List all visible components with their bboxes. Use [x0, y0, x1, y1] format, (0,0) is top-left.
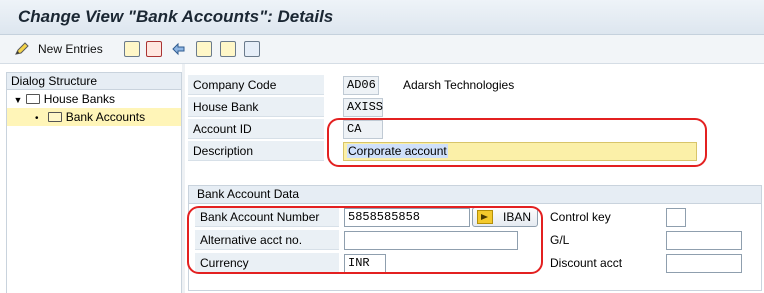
control-key-input[interactable]: [666, 208, 686, 227]
new-entries-label: New Entries: [38, 42, 103, 56]
panel-splitter[interactable]: [182, 64, 185, 293]
highlight-frame-bank-data: [187, 206, 543, 274]
dialog-structure-panel: Dialog Structure ▼ House Banks • Bank Ac…: [6, 72, 182, 293]
select-block-icon: [220, 41, 236, 57]
copy-icon: [124, 41, 140, 57]
undo-button[interactable]: [170, 40, 186, 58]
gl-input[interactable]: [666, 231, 742, 250]
bullet-icon: •: [35, 113, 39, 124]
title-bar: Change View "Bank Accounts": Details: [0, 0, 764, 35]
open-folder-icon: [48, 111, 63, 122]
deselect-all-button[interactable]: [244, 40, 260, 58]
house-bank-field: AXISS: [343, 98, 383, 117]
tree-item-label: House Banks: [43, 92, 116, 106]
new-entries-button[interactable]: New Entries: [14, 40, 103, 58]
house-bank-label: House Bank: [188, 97, 324, 117]
folder-icon: [26, 93, 41, 104]
discount-acct-label: Discount acct: [550, 256, 623, 270]
group-title: Bank Account Data: [189, 186, 761, 204]
dialog-structure-header: Dialog Structure: [7, 73, 181, 90]
copy-button[interactable]: [124, 40, 140, 58]
tree-item-bank-accounts[interactable]: • Bank Accounts: [7, 108, 181, 126]
delete-button[interactable]: [146, 40, 162, 58]
undo-icon: [170, 41, 186, 57]
company-name-text: Adarsh Technologies: [403, 78, 515, 92]
edit-icon: [14, 41, 30, 57]
select-all-button[interactable]: [196, 40, 212, 58]
expand-caret-icon[interactable]: ▼: [13, 91, 23, 109]
description-label: Description: [188, 141, 324, 161]
company-code-field: AD06: [343, 76, 379, 95]
control-key-label: Control key: [550, 210, 611, 224]
tree-item-house-banks[interactable]: ▼ House Banks: [7, 90, 181, 108]
deselect-all-icon: [244, 41, 260, 57]
select-block-button[interactable]: [220, 40, 236, 58]
account-id-label: Account ID: [188, 119, 324, 139]
delete-icon: [146, 41, 162, 57]
company-code-label: Company Code: [188, 75, 324, 95]
page-title: Change View "Bank Accounts": Details: [18, 7, 334, 26]
details-form: Company Code AD06 Adarsh Technologies Ho…: [186, 64, 764, 293]
application-toolbar: New Entries: [0, 35, 764, 64]
discount-acct-input[interactable]: [666, 254, 742, 273]
highlight-frame-account: [327, 118, 707, 167]
select-all-icon: [196, 41, 212, 57]
gl-label: G/L: [550, 233, 570, 247]
tree-item-label: Bank Accounts: [65, 110, 146, 124]
